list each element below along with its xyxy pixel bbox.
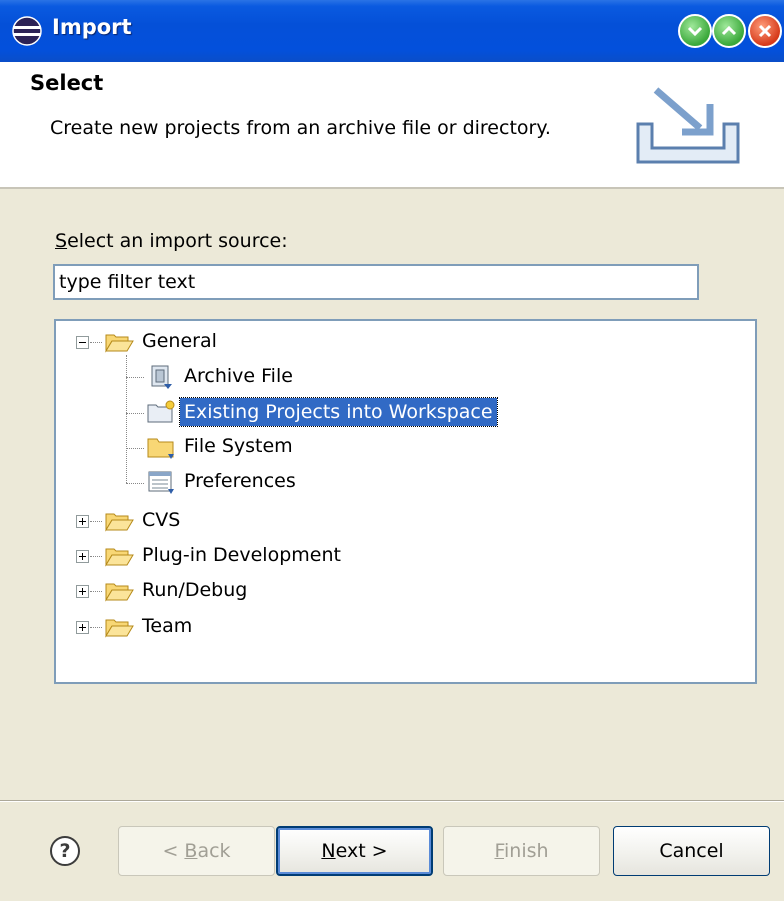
tree-connector xyxy=(126,448,144,449)
tree-connector xyxy=(90,521,102,522)
tree-node-preferences[interactable]: Preferences xyxy=(146,468,366,498)
import-source-tree[interactable]: General Archive File Existing Projects i… xyxy=(54,319,757,684)
folder-open-icon xyxy=(105,334,134,353)
minimize-icon xyxy=(687,26,703,37)
tree-connector xyxy=(126,377,144,378)
close-icon xyxy=(758,24,772,38)
help-button[interactable]: ? xyxy=(50,836,80,866)
folder-open-icon xyxy=(105,619,134,638)
expand-toggle[interactable] xyxy=(76,621,89,634)
window-title: Import xyxy=(52,15,132,39)
expand-toggle[interactable] xyxy=(76,550,89,563)
maximize-icon xyxy=(721,25,737,36)
import-banner-icon xyxy=(636,87,740,164)
tree-node-archive-file[interactable]: Archive File xyxy=(146,363,366,393)
archive-file-icon xyxy=(151,365,172,389)
maximize-button[interactable] xyxy=(712,14,746,48)
tree-connector xyxy=(126,355,127,483)
next-button[interactable]: Next > xyxy=(276,826,433,876)
eclipse-icon xyxy=(12,16,42,46)
page-title: Select xyxy=(30,71,104,95)
expand-toggle[interactable] xyxy=(76,585,89,598)
page-description: Create new projects from an archive file… xyxy=(50,117,551,139)
tree-node-run-debug[interactable]: Run/Debug xyxy=(104,577,324,607)
tree-connector xyxy=(126,483,144,484)
tree-node-file-system[interactable]: File System xyxy=(146,433,366,463)
collapse-toggle[interactable] xyxy=(76,336,89,349)
tree-node-existing-projects[interactable]: Existing Projects into Workspace xyxy=(146,397,566,428)
back-button[interactable]: < Back xyxy=(118,826,275,876)
folder-open-icon xyxy=(105,583,134,602)
folder-icon xyxy=(147,438,174,459)
filter-input[interactable] xyxy=(53,264,699,300)
tree-node-cvs[interactable]: CVS xyxy=(104,507,324,537)
import-source-label: Select an import source: xyxy=(55,230,288,252)
tree-connector xyxy=(90,627,102,628)
preferences-icon xyxy=(148,471,174,494)
minimize-button[interactable] xyxy=(678,14,712,48)
tree-connector xyxy=(90,556,102,557)
tree-node-general[interactable]: General xyxy=(104,328,324,358)
tree-node-plugin-development[interactable]: Plug-in Development xyxy=(104,542,424,572)
tree-connector xyxy=(90,342,102,343)
folder-open-icon xyxy=(105,513,134,532)
import-dialog: Import Select Create new projects from a… xyxy=(0,0,784,901)
expand-toggle[interactable] xyxy=(76,515,89,528)
tree-connector xyxy=(126,413,144,414)
close-button[interactable] xyxy=(748,14,782,48)
button-bar-separator xyxy=(0,800,784,802)
wizard-header: Select Create new projects from an archi… xyxy=(0,62,784,189)
cancel-button[interactable]: Cancel xyxy=(613,826,770,876)
folder-open-icon xyxy=(105,548,134,567)
project-folder-icon xyxy=(147,400,175,423)
tree-node-team[interactable]: Team xyxy=(104,613,324,643)
tree-connector xyxy=(90,591,102,592)
title-bar[interactable]: Import xyxy=(0,0,784,62)
finish-button[interactable]: Finish xyxy=(443,826,600,876)
